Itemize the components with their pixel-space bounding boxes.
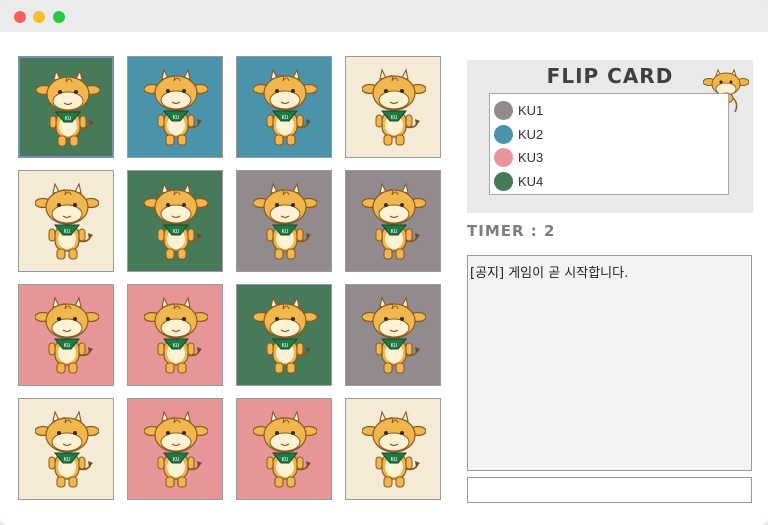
cow-icon: KU <box>35 410 99 488</box>
svg-text:KU: KU <box>173 343 180 349</box>
cow-icon: KU <box>144 182 208 260</box>
app-window: KU KU KU KU KU KU KU KU KU KU KU KU KU KU KU KU FLIP CA… <box>0 0 768 525</box>
flip-card[interactable]: KU <box>345 284 441 386</box>
minimize-window-button[interactable] <box>33 11 45 23</box>
svg-text:KU: KU <box>173 229 180 235</box>
svg-text:KU: KU <box>282 115 289 121</box>
legend-label: KU4 <box>518 173 544 189</box>
cow-icon: KU <box>144 68 208 146</box>
svg-text:KU: KU <box>391 115 398 121</box>
svg-text:KU: KU <box>282 457 289 463</box>
legend-item: KU1 <box>494 99 714 121</box>
svg-text:KU: KU <box>173 115 180 121</box>
svg-text:KU: KU <box>391 229 398 235</box>
svg-text:KU: KU <box>391 343 398 349</box>
legend-label: KU1 <box>518 103 544 118</box>
cow-icon: KU <box>362 182 426 260</box>
legend-item: KU2 <box>494 123 714 145</box>
cow-icon: KU <box>362 410 426 488</box>
flip-card[interactable]: KU <box>127 170 223 272</box>
flip-card[interactable]: KU <box>345 56 441 158</box>
cow-icon: KU <box>253 296 317 374</box>
close-window-button[interactable] <box>14 11 26 23</box>
flip-card[interactable]: KU <box>236 398 332 500</box>
legend-label: KU3 <box>518 150 544 165</box>
legend-item: KU3 <box>494 146 714 168</box>
flip-card[interactable]: KU <box>127 398 223 500</box>
legend-color-swatch <box>494 101 513 120</box>
cow-icon: KU <box>35 296 99 374</box>
flip-card[interactable]: KU <box>127 56 223 158</box>
player-legend: KU1 KU2 KU3 KU4 <box>489 93 729 195</box>
svg-text:KU: KU <box>64 457 71 463</box>
cow-icon: KU <box>253 182 317 260</box>
svg-text:KU: KU <box>282 229 289 235</box>
cow-icon: KU <box>362 296 426 374</box>
legend-label: KU2 <box>518 126 544 142</box>
chat-log[interactable]: [공지] 게임이 곧 시작합니다. <box>467 255 752 471</box>
flip-card[interactable]: KU <box>18 284 114 386</box>
cow-icon: KU <box>362 68 426 146</box>
flip-card[interactable]: KU <box>236 56 332 158</box>
flip-card[interactable]: KU <box>236 170 332 272</box>
svg-text:KU: KU <box>64 343 71 349</box>
cow-icon: KU <box>253 68 317 146</box>
svg-text:KU: KU <box>65 116 72 122</box>
flip-card[interactable]: KU <box>18 398 114 500</box>
cow-icon: KU <box>253 410 317 488</box>
timer-display: TIMER : 2 <box>467 222 556 240</box>
svg-text:KU: KU <box>282 343 289 349</box>
flip-card[interactable]: KU <box>18 170 114 272</box>
card-board: KU KU KU KU KU KU KU KU KU KU KU KU KU KU KU KU <box>18 56 446 506</box>
game-info-panel: FLIP CARD KU1 KU2 KU3 KU4 <box>467 60 753 213</box>
chat-input[interactable] <box>467 477 752 503</box>
svg-text:KU: KU <box>64 229 71 235</box>
flip-card[interactable]: KU <box>236 284 332 386</box>
cow-icon: KU <box>35 182 99 260</box>
cow-icon: KU <box>144 296 208 374</box>
svg-text:KU: KU <box>173 457 180 463</box>
flip-card[interactable]: KU <box>18 56 114 158</box>
window-titlebar <box>0 0 768 32</box>
flip-card[interactable]: KU <box>345 170 441 272</box>
svg-text:KU: KU <box>391 457 398 463</box>
flip-card[interactable]: KU <box>127 284 223 386</box>
legend-item: KU4 <box>494 170 714 192</box>
chat-message: [공지] 게임이 곧 시작합니다. <box>470 266 629 281</box>
legend-color-swatch <box>494 171 513 191</box>
cow-icon: KU <box>36 69 100 147</box>
legend-color-swatch <box>494 148 513 167</box>
legend-color-swatch <box>494 124 513 144</box>
flip-card[interactable]: KU <box>345 398 441 500</box>
zoom-window-button[interactable] <box>53 11 65 23</box>
cow-icon: KU <box>144 410 208 488</box>
